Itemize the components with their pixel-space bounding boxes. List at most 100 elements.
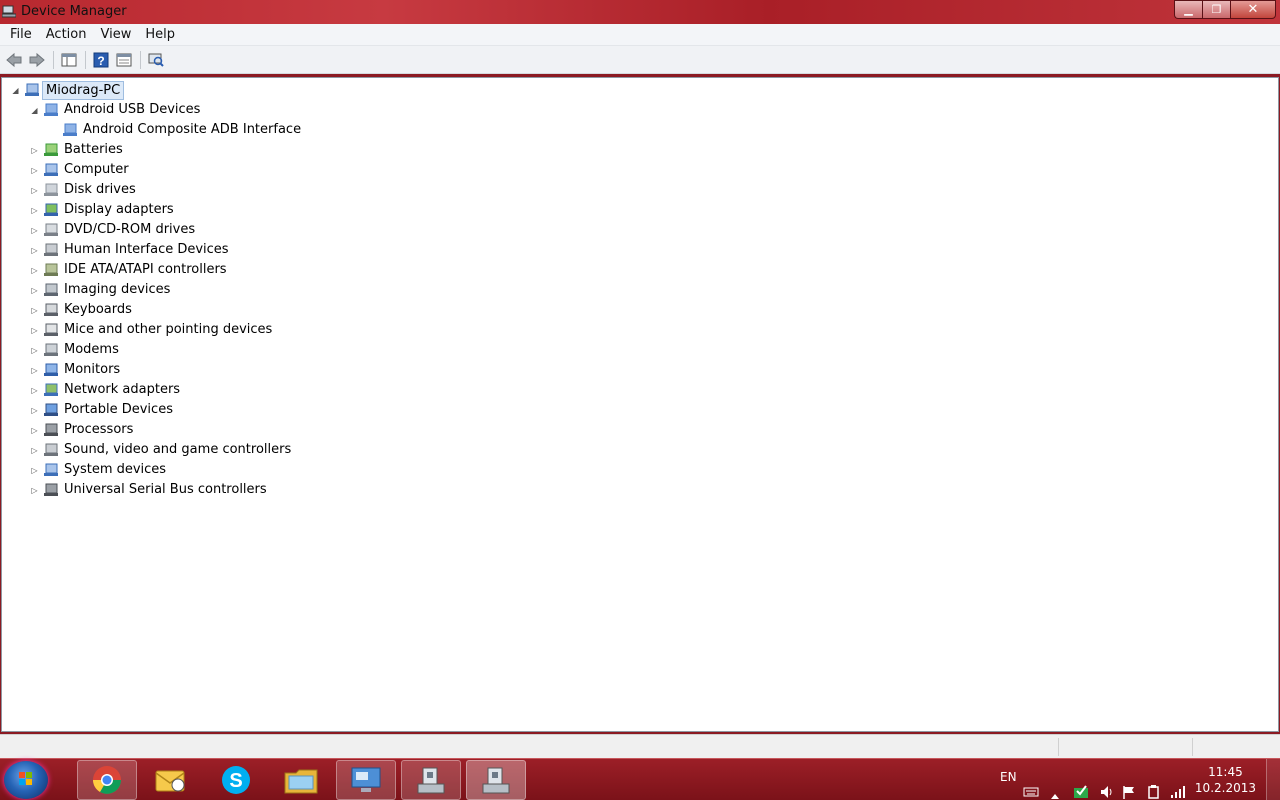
- taskbar: S EN 11:45 10.2.2013: [0, 758, 1280, 800]
- toolbar-separator: [140, 50, 141, 69]
- tree-category-item[interactable]: ▷ Sound, video and game controllers: [2, 440, 602, 460]
- tree-item-label: Human Interface Devices: [64, 242, 229, 257]
- maximize-button[interactable]: ❐: [1202, 0, 1230, 19]
- tree-item-label: Imaging devices: [64, 282, 171, 297]
- expand-arrow-icon[interactable]: ▷: [30, 426, 39, 435]
- expand-arrow-icon[interactable]: ▷: [30, 326, 39, 335]
- expand-arrow-icon[interactable]: ▷: [30, 286, 39, 295]
- toolbar-separator: [53, 50, 54, 69]
- tree-category-item[interactable]: ▷ Human Interface Devices: [2, 240, 602, 260]
- computer-icon: [25, 83, 39, 96]
- tree-category-item[interactable]: ▷ Modems: [2, 340, 602, 360]
- tree-category-item[interactable]: ▷ Disk drives: [2, 180, 602, 200]
- explorer-icon: [284, 769, 318, 794]
- expand-arrow-icon[interactable]: ▷: [30, 226, 39, 235]
- action-center-flag-icon[interactable]: [1121, 771, 1137, 800]
- show-hide-console-tree-icon: [61, 53, 77, 66]
- show-hide-console-tree-button[interactable]: [58, 49, 80, 71]
- tree-category-item[interactable]: ▷ Keyboards: [2, 300, 602, 320]
- volume-icon[interactable]: [1099, 771, 1115, 800]
- tree-category-item[interactable]: ▷ Mice and other pointing devices: [2, 320, 602, 340]
- collapse-arrow-icon[interactable]: ◢: [30, 106, 39, 115]
- tree-category-item[interactable]: ▷ System devices: [2, 460, 602, 480]
- collapse-arrow-icon[interactable]: ◢: [11, 86, 20, 95]
- tree-category-item[interactable]: ▷ Imaging devices: [2, 280, 602, 300]
- sync-status-icon[interactable]: [1072, 770, 1090, 800]
- clock-date: 10.2.2013: [1194, 781, 1256, 795]
- tree-item-label: Computer: [64, 162, 129, 177]
- properties-button[interactable]: [113, 49, 135, 71]
- tree-category-item[interactable]: ▷ Computer: [2, 160, 602, 180]
- tree-item-label: Batteries: [64, 142, 123, 157]
- expand-arrow-icon[interactable]: ▷: [30, 446, 39, 455]
- tree-category-item[interactable]: ▷ Universal Serial Bus controllers: [2, 480, 602, 500]
- power-icon[interactable]: [1145, 771, 1161, 800]
- show-hidden-icons-icon[interactable]: [1050, 775, 1060, 800]
- taskbar-device-manager[interactable]: [401, 760, 461, 800]
- menu-action[interactable]: Action: [39, 25, 94, 44]
- tree-category-item[interactable]: ▷ Batteries: [2, 140, 602, 160]
- tree-root-computer[interactable]: ◢ Miodrag-PC: [2, 80, 602, 100]
- expand-arrow-icon[interactable]: ▷: [30, 266, 39, 275]
- tree-category-item[interactable]: ◢ Android USB Devices: [2, 100, 602, 120]
- taskbar-explorer[interactable]: [271, 760, 331, 800]
- taskbar-remote-desktop[interactable]: [336, 760, 396, 800]
- taskbar-device-manager-active[interactable]: [466, 760, 526, 800]
- tree-category-item[interactable]: ▷ DVD/CD-ROM drives: [2, 220, 602, 240]
- show-desktop-button[interactable]: [1266, 759, 1280, 800]
- tree-device-item[interactable]: Android Composite ADB Interface: [2, 120, 602, 140]
- taskbar-skype[interactable]: S: [206, 760, 266, 800]
- menu-bar: File Action View Help: [0, 24, 1280, 46]
- expand-arrow-icon[interactable]: ▷: [30, 466, 39, 475]
- tree-item-label: Universal Serial Bus controllers: [64, 482, 267, 497]
- tree-item-label: IDE ATA/ATAPI controllers: [64, 262, 227, 277]
- minimize-button[interactable]: ▁: [1174, 0, 1202, 19]
- back-button[interactable]: [3, 49, 25, 71]
- scan-hardware-button[interactable]: [145, 49, 167, 71]
- expand-arrow-icon[interactable]: ▷: [30, 406, 39, 415]
- tree-category-item[interactable]: ▷ Processors: [2, 420, 602, 440]
- menu-file[interactable]: File: [3, 25, 39, 44]
- dvd-drive-icon: [44, 223, 58, 236]
- expand-arrow-icon[interactable]: ▷: [30, 366, 39, 375]
- tree-category-item[interactable]: ▷ Monitors: [2, 360, 602, 380]
- keyboard-icon[interactable]: [1023, 771, 1039, 800]
- taskbar-chrome[interactable]: [77, 760, 137, 800]
- network-signal-icon[interactable]: [1170, 771, 1186, 800]
- expand-arrow-icon[interactable]: ▷: [30, 166, 39, 175]
- menu-help[interactable]: Help: [138, 25, 182, 44]
- device-manager-app-icon: [2, 5, 16, 18]
- tree-category-item[interactable]: ▷ Portable Devices: [2, 400, 602, 420]
- expand-arrow-icon[interactable]: ▷: [30, 206, 39, 215]
- tree-item-label: Sound, video and game controllers: [64, 442, 292, 457]
- expand-arrow-icon[interactable]: ▷: [30, 386, 39, 395]
- tree-item-label: System devices: [64, 462, 167, 477]
- forward-button[interactable]: [26, 49, 48, 71]
- expand-arrow-icon[interactable]: ▷: [30, 346, 39, 355]
- help-button[interactable]: ?: [90, 49, 112, 71]
- expand-arrow-icon[interactable]: ▷: [30, 246, 39, 255]
- forward-icon: [29, 52, 45, 67]
- expand-arrow-icon[interactable]: ▷: [30, 486, 39, 495]
- menu-view[interactable]: View: [93, 25, 138, 44]
- tree-item-label: Monitors: [64, 362, 121, 377]
- remote-desktop-icon: [351, 767, 381, 792]
- device-tree[interactable]: ◢ Miodrag-PC ◢ Android USB Devices Android C…: [1, 77, 1279, 732]
- language-indicator[interactable]: EN: [1000, 770, 1017, 800]
- battery-icon: [44, 143, 58, 156]
- tree-category-item[interactable]: ▷ IDE ATA/ATAPI controllers: [2, 260, 602, 280]
- tree-category-item[interactable]: ▷ Display adapters: [2, 200, 602, 220]
- close-button[interactable]: ✕: [1230, 0, 1276, 19]
- tree-item-label: Modems: [64, 342, 119, 357]
- tree-item-label: Miodrag-PC: [42, 81, 125, 100]
- expand-arrow-icon[interactable]: ▷: [30, 146, 39, 155]
- expand-arrow-icon[interactable]: ▷: [30, 186, 39, 195]
- clock[interactable]: 11:45 10.2.2013: [1195, 764, 1256, 796]
- taskbar-mail[interactable]: [141, 760, 201, 800]
- expand-arrow-icon[interactable]: ▷: [30, 306, 39, 315]
- tree-category-item[interactable]: ▷ Network adapters: [2, 380, 602, 400]
- start-button[interactable]: [4, 761, 48, 799]
- status-panel: [1058, 738, 1192, 756]
- status-panel: [1192, 738, 1278, 756]
- tree-item-label: Portable Devices: [64, 402, 173, 417]
